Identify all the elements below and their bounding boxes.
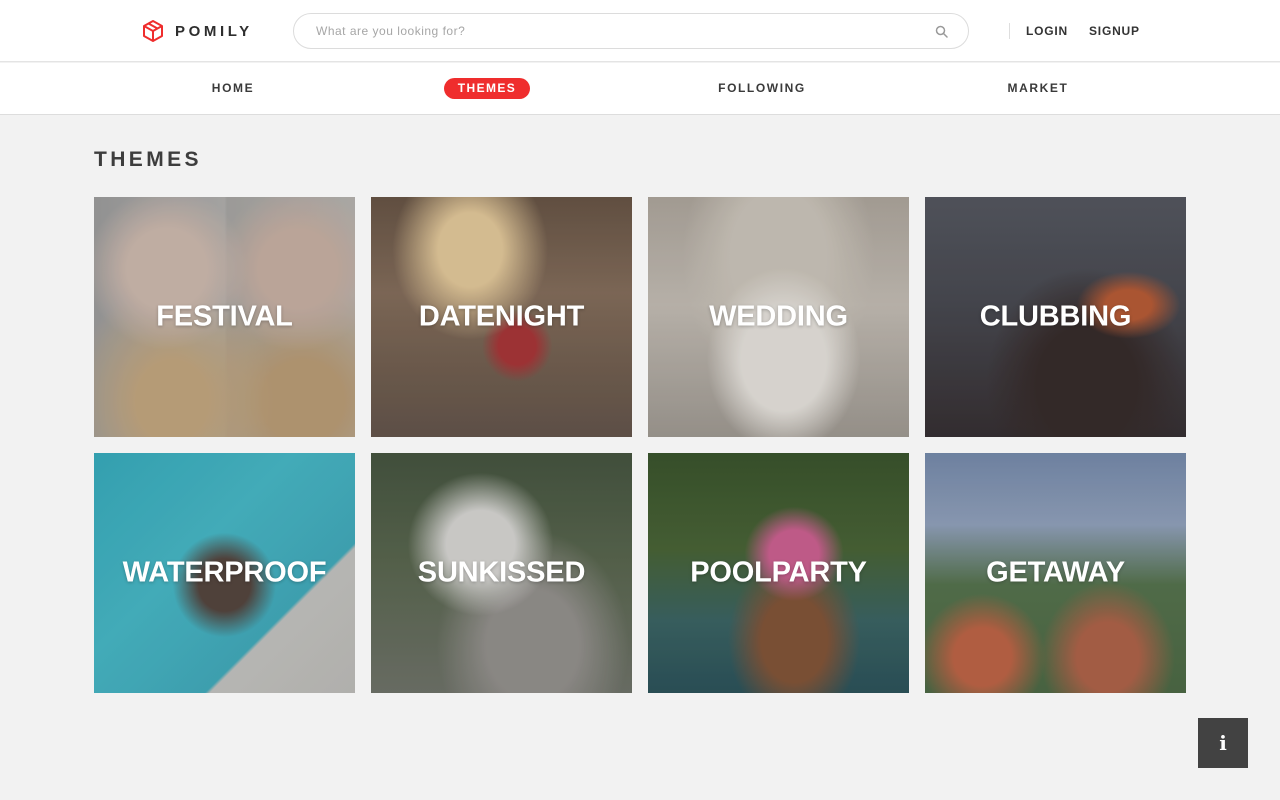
login-link[interactable]: LOGIN bbox=[1026, 24, 1068, 38]
search-bar bbox=[293, 13, 969, 49]
theme-card-datenight[interactable]: DATENIGHT bbox=[371, 197, 632, 437]
theme-label: DATENIGHT bbox=[418, 300, 585, 333]
nav-item-home[interactable]: HOME bbox=[200, 78, 266, 99]
box-logo-icon bbox=[143, 20, 163, 42]
nav-item-market[interactable]: MARKET bbox=[1000, 78, 1076, 99]
signup-link[interactable]: SIGNUP bbox=[1089, 24, 1140, 38]
auth-divider bbox=[1009, 23, 1010, 39]
theme-label: WEDDING bbox=[709, 300, 848, 333]
theme-card-clubbing[interactable]: CLUBBING bbox=[925, 197, 1186, 437]
nav-item-following[interactable]: FOLLOWING bbox=[708, 78, 816, 99]
theme-card-poolparty[interactable]: POOLPARTY bbox=[648, 453, 909, 693]
theme-card-waterproof[interactable]: WATERPROOF bbox=[94, 453, 355, 693]
theme-card-getaway[interactable]: GETAWAY bbox=[925, 453, 1186, 693]
brand-name: POMILY bbox=[175, 22, 253, 40]
theme-label: GETAWAY bbox=[986, 556, 1125, 589]
top-header: POMILY LOGIN SIGNUP bbox=[0, 0, 1280, 62]
nav-item-themes[interactable]: THEMES bbox=[444, 78, 530, 99]
theme-label: CLUBBING bbox=[979, 300, 1132, 333]
search-icon[interactable] bbox=[935, 25, 948, 38]
theme-label: WATERPROOF bbox=[122, 556, 327, 589]
search-input[interactable] bbox=[316, 14, 916, 48]
theme-label: POOLPARTY bbox=[690, 556, 867, 589]
theme-card-festival[interactable]: FESTIVAL bbox=[94, 197, 355, 437]
brand-logo[interactable]: POMILY bbox=[142, 19, 253, 43]
theme-card-wedding[interactable]: WEDDING bbox=[648, 197, 909, 437]
info-icon: i bbox=[1219, 731, 1227, 755]
info-button[interactable]: i bbox=[1198, 718, 1248, 768]
theme-card-sunkissed[interactable]: SUNKISSED bbox=[371, 453, 632, 693]
theme-label: FESTIVAL bbox=[156, 300, 293, 333]
main-nav: HOME THEMES FOLLOWING MARKET bbox=[0, 63, 1280, 115]
page-title: THEMES bbox=[94, 148, 202, 171]
theme-label: SUNKISSED bbox=[417, 556, 586, 589]
